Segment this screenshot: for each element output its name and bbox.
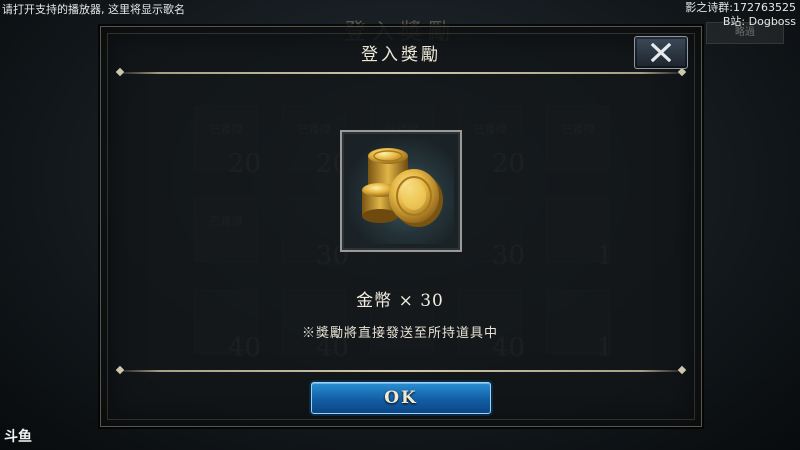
reward-label: 金幣 × 30 — [0, 286, 800, 311]
reward-item-frame — [340, 130, 462, 252]
ok-button-label: OK — [384, 388, 418, 408]
douyu-logo: 斗鱼 — [4, 429, 32, 445]
top-divider — [115, 72, 687, 74]
stream-info-overlay: 影之诗群:172763525 B站: Dogboss — [685, 1, 796, 29]
dialog-title: 登入獎勵 — [361, 45, 441, 65]
close-icon — [651, 43, 671, 62]
reward-note: ※獎勵將直接發送至所持道具中 — [301, 326, 498, 341]
group-info: 影之诗群:172763525 — [685, 1, 796, 14]
bottom-divider — [115, 370, 687, 372]
stream-song-overlay: 请打开支持的播放器, 这里将显示歌名 — [2, 3, 185, 16]
reward-quantity: × 30 — [398, 291, 444, 311]
ok-button[interactable]: OK — [311, 382, 491, 414]
close-button[interactable] — [634, 36, 688, 69]
reward-name: 金幣 — [356, 291, 393, 311]
gold-coins-icon — [362, 148, 443, 227]
